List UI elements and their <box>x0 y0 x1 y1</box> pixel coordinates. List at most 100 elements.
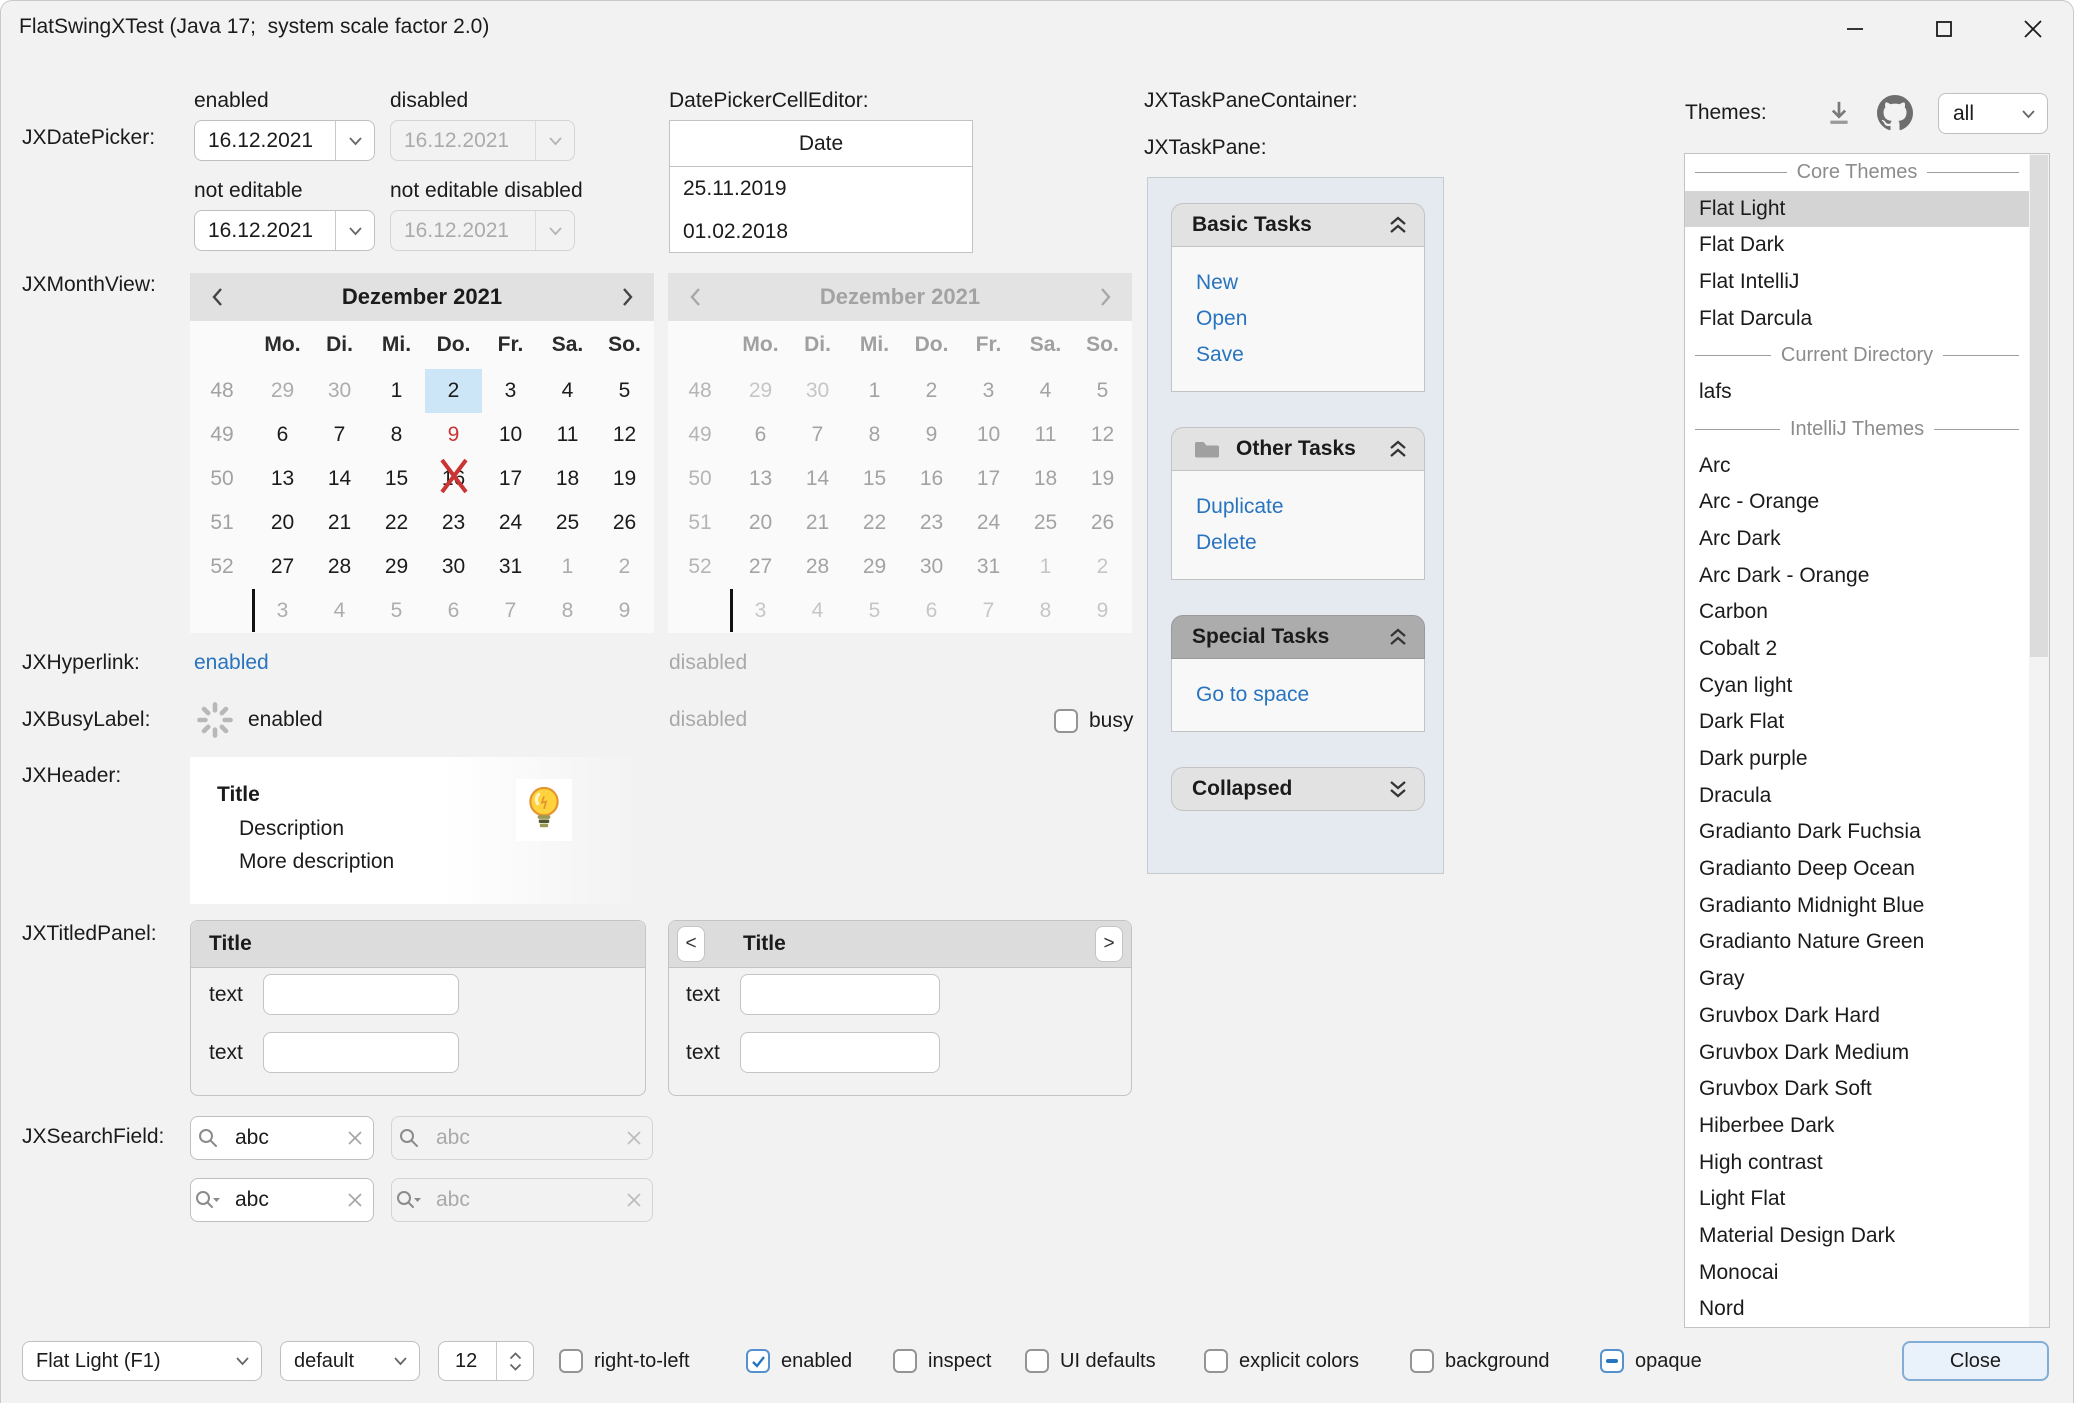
checkbox-group-explicit-colors[interactable]: explicit colors <box>1204 1341 1359 1381</box>
theme-list-item[interactable]: Light Flat <box>1685 1181 2029 1218</box>
calendar-day[interactable]: 24 <box>482 501 539 545</box>
calendar-day[interactable]: 3 <box>254 589 311 633</box>
calendar-day[interactable]: 19 <box>596 457 653 501</box>
calendar-day[interactable]: 3 <box>482 369 539 413</box>
calendar-day[interactable]: 7 <box>311 413 368 457</box>
calendar-day[interactable]: 20 <box>254 501 311 545</box>
prev-month-button[interactable] <box>190 286 244 308</box>
left-arrow-button[interactable]: < <box>677 926 705 962</box>
text-input[interactable] <box>740 974 940 1015</box>
themes-scrollbar[interactable] <box>2029 154 2049 1327</box>
background-checkbox[interactable] <box>1410 1349 1434 1373</box>
UI defaults-checkbox[interactable] <box>1025 1349 1049 1373</box>
table-row[interactable]: 25.11.2019 <box>670 167 972 210</box>
busy-checkbox-group[interactable]: busy <box>1054 701 1133 741</box>
theme-list-item[interactable]: Dark purple <box>1685 741 2029 778</box>
style-combo[interactable]: default <box>280 1341 420 1381</box>
calendar-day[interactable]: 8 <box>539 589 596 633</box>
search-field-enabled[interactable]: abc <box>190 1116 374 1160</box>
font-size-spinner[interactable]: 12 <box>438 1341 534 1381</box>
calendar-day[interactable]: 1 <box>368 369 425 413</box>
calendar-day[interactable]: 16 <box>425 457 482 501</box>
theme-list-item[interactable]: Gruvbox Dark Medium <box>1685 1035 2029 1072</box>
calendar-day[interactable]: 6 <box>425 589 482 633</box>
calendar-day[interactable]: 30 <box>425 545 482 589</box>
calendar-day[interactable]: 29 <box>368 545 425 589</box>
download-themes-button[interactable] <box>1823 97 1855 134</box>
text-input[interactable] <box>263 1032 459 1073</box>
datepicker-enabled[interactable]: 16.12.2021 <box>194 120 375 161</box>
theme-list-item[interactable]: Flat Darcula <box>1685 301 2029 338</box>
theme-list-item[interactable]: Gradianto Dark Fuchsia <box>1685 814 2029 851</box>
calendar-day[interactable]: 2 <box>596 545 653 589</box>
calendar-day[interactable]: 25 <box>539 501 596 545</box>
calendar-day[interactable]: 5 <box>596 369 653 413</box>
taskpane-action-link[interactable]: Go to space <box>1196 677 1424 713</box>
datepicker-value[interactable]: 16.12.2021 <box>195 211 335 250</box>
search-input[interactable]: abc <box>225 1126 337 1150</box>
theme-list-item[interactable]: Nord <box>1685 1291 2029 1327</box>
taskpane-header[interactable]: Special Tasks <box>1171 615 1425 659</box>
maximize-button[interactable] <box>1912 1 1976 57</box>
minimize-button[interactable] <box>1823 1 1887 57</box>
checkbox-group-background[interactable]: background <box>1410 1341 1550 1381</box>
theme-list-item[interactable]: Arc - Orange <box>1685 484 2029 521</box>
calendar-day[interactable]: 27 <box>254 545 311 589</box>
calendar-day[interactable]: 2 <box>425 369 482 413</box>
spinner-buttons[interactable] <box>496 1342 533 1380</box>
calendar-day[interactable]: 12 <box>596 413 653 457</box>
theme-list-item[interactable]: Hiberbee Dark <box>1685 1108 2029 1145</box>
date-column-header[interactable]: Date <box>670 121 972 167</box>
taskpane-action-link[interactable]: Save <box>1196 337 1424 373</box>
taskpane-action-link[interactable]: Open <box>1196 301 1424 337</box>
table-row[interactable]: 01.02.2018 <box>670 210 972 253</box>
close-window-button[interactable] <box>2001 1 2065 57</box>
calendar-day[interactable]: 5 <box>368 589 425 633</box>
opaque-checkbox[interactable] <box>1600 1349 1624 1373</box>
calendar-day[interactable]: 1 <box>539 545 596 589</box>
theme-list-item[interactable]: Arc Dark - Orange <box>1685 558 2029 595</box>
close-button[interactable]: Close <box>1902 1341 2049 1381</box>
theme-list-item[interactable]: Gruvbox Dark Hard <box>1685 998 2029 1035</box>
theme-list-item[interactable]: Monocai <box>1685 1255 2029 1292</box>
theme-list-item[interactable]: Arc <box>1685 448 2029 485</box>
right-to-left-checkbox[interactable] <box>559 1349 583 1373</box>
calendar-day[interactable]: 28 <box>311 545 368 589</box>
checkbox-group-opaque[interactable]: opaque <box>1600 1341 1702 1381</box>
calendar-day[interactable]: 4 <box>539 369 596 413</box>
clear-icon[interactable] <box>337 1130 373 1146</box>
calendar-day[interactable]: 6 <box>254 413 311 457</box>
calendar-day[interactable]: 7 <box>482 589 539 633</box>
text-input[interactable] <box>263 974 459 1015</box>
calendar-day[interactable]: 21 <box>311 501 368 545</box>
theme-list-item[interactable]: Gruvbox Dark Soft <box>1685 1071 2029 1108</box>
taskpane-action-link[interactable]: Duplicate <box>1196 489 1424 525</box>
theme-list-item[interactable]: Gradianto Nature Green <box>1685 924 2029 961</box>
taskpane-header[interactable]: Other Tasks <box>1171 427 1425 471</box>
text-input[interactable] <box>740 1032 940 1073</box>
taskpane-action-link[interactable]: Delete <box>1196 525 1424 561</box>
search-input[interactable]: abc <box>225 1188 337 1212</box>
calendar-day[interactable]: 11 <box>539 413 596 457</box>
search-field-with-menu-enabled[interactable]: abc <box>190 1178 374 1222</box>
clear-icon[interactable] <box>337 1192 373 1208</box>
datepicker-value[interactable]: 16.12.2021 <box>195 121 335 160</box>
theme-list-item[interactable]: Cyan light <box>1685 668 2029 705</box>
monthview-enabled[interactable]: Dezember 2021Mo.Di.Mi.Do.Fr.Sa.So.482930… <box>190 273 654 633</box>
theme-list-item[interactable]: lafs <box>1685 374 2029 411</box>
chevron-down-icon[interactable] <box>335 211 374 250</box>
theme-list-item[interactable]: Flat IntelliJ <box>1685 264 2029 301</box>
taskpane-header[interactable]: Basic Tasks <box>1171 203 1425 247</box>
calendar-day[interactable]: 10 <box>482 413 539 457</box>
next-month-button[interactable] <box>600 286 654 308</box>
calendar-day[interactable]: 17 <box>482 457 539 501</box>
theme-list-item[interactable]: Dark Flat <box>1685 704 2029 741</box>
calendar-day[interactable]: 22 <box>368 501 425 545</box>
theme-list-item[interactable]: High contrast <box>1685 1145 2029 1182</box>
github-button[interactable] <box>1877 95 1913 136</box>
enabled-checkbox[interactable] <box>746 1349 770 1373</box>
chevron-down-icon[interactable] <box>335 121 374 160</box>
checkbox-group-enabled[interactable]: enabled <box>746 1341 852 1381</box>
theme-list-item[interactable]: Cobalt 2 <box>1685 631 2029 668</box>
calendar-day[interactable]: 30 <box>311 369 368 413</box>
